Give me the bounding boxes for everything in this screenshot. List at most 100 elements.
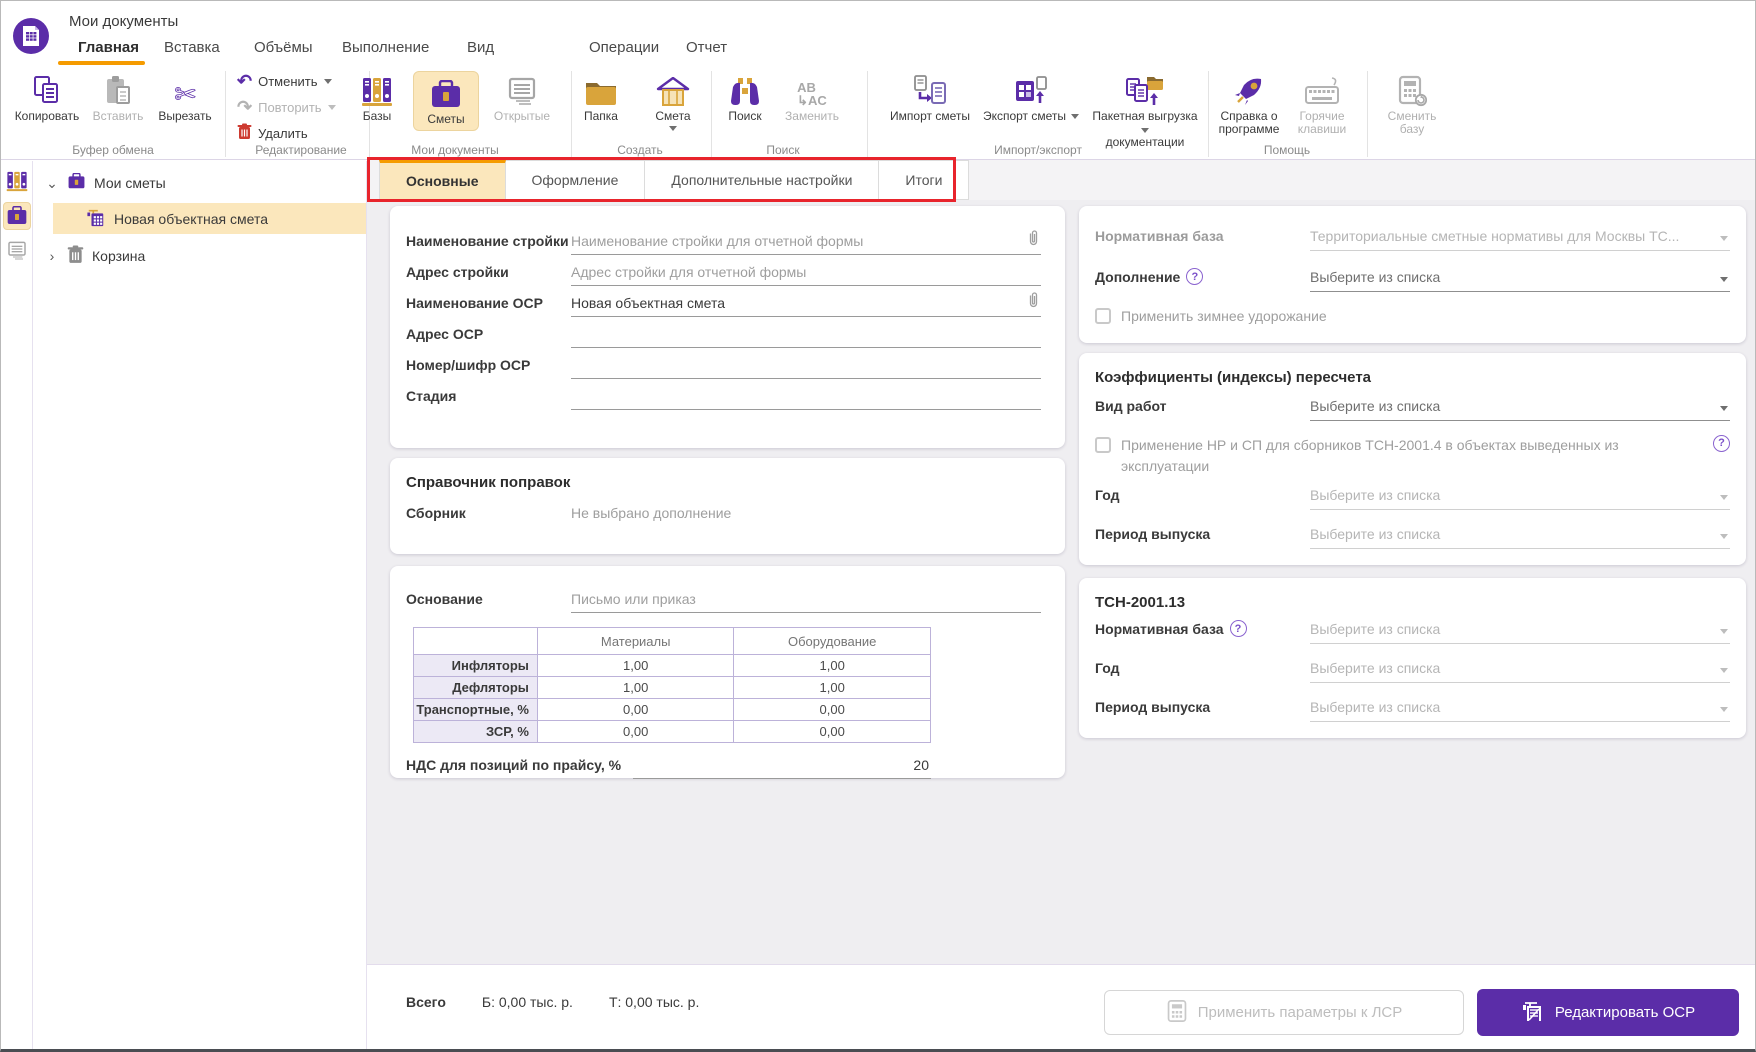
ribbon-tab-home[interactable]: Главная <box>78 39 139 63</box>
cut-button[interactable]: ✄ Вырезать <box>153 71 217 123</box>
paste-button[interactable]: Вставить <box>87 71 149 123</box>
cell[interactable]: 0,00 <box>536 720 735 743</box>
tree-item-trash[interactable]: › Корзина <box>45 245 145 267</box>
tab-totals[interactable]: Итоги <box>879 160 970 200</box>
redo-dropdown-icon[interactable] <box>327 105 336 110</box>
scissors-icon: ✄ <box>174 79 196 109</box>
construction-address-input[interactable] <box>571 262 1041 286</box>
tsn-period-select[interactable]: Выберите из списка <box>1310 697 1730 722</box>
create-estimate-button[interactable]: Смета <box>645 71 701 131</box>
tree-item-my-estimates[interactable]: ⌄ Мои сметы <box>45 172 166 193</box>
export-dropdown-icon[interactable] <box>1071 114 1080 119</box>
winter-checkbox-label: Применить зимнее удорожание <box>1121 308 1327 324</box>
bases-button[interactable]: Базы <box>349 71 405 123</box>
help-icon[interactable]: ? <box>1229 620 1247 637</box>
rail-documents-icon[interactable] <box>3 237 31 265</box>
change-base-button[interactable]: Сменить базу <box>1377 71 1447 136</box>
cell[interactable]: 1,00 <box>536 654 735 677</box>
field-label: Адрес ОСР <box>406 326 484 342</box>
ribbon-tab-report[interactable]: Отчет <box>686 39 727 63</box>
tsn-card: ТСН-2001.13 Нормативная база ? Выберите … <box>1079 578 1746 738</box>
group-clipboard: Копировать Вставить ✄ Вырезать Буфер обм… <box>9 67 217 159</box>
create-estimate-dropdown-icon[interactable] <box>669 126 677 131</box>
chevron-right-icon[interactable]: › <box>45 248 59 264</box>
tree-item-new-object-estimate[interactable]: Новая объектная смета <box>53 203 366 234</box>
estimates-button[interactable]: Сметы <box>413 71 479 131</box>
undo-button[interactable]: ↶ Отменить <box>237 71 336 92</box>
normative-base-select[interactable]: Территориальные сметные нормативы для Мо… <box>1310 226 1730 251</box>
window-title: Мои документы <box>69 13 179 30</box>
paperclip-icon[interactable] <box>1026 230 1041 251</box>
field-label: Стадия <box>406 388 457 404</box>
osr-number-input[interactable] <box>571 355 1041 379</box>
period-select[interactable]: Выберите из списка <box>1310 524 1730 549</box>
paperclip-icon[interactable] <box>1026 292 1041 313</box>
basis-label: Основание <box>406 591 483 607</box>
open-documents-button[interactable]: Открытые <box>487 71 557 123</box>
rail-estimates-icon[interactable] <box>2 202 31 230</box>
tsn-year-select[interactable]: Выберите из списка <box>1310 658 1730 683</box>
cell[interactable]: 1,00 <box>733 676 931 699</box>
ribbon-tab-operations[interactable]: Операции <box>589 39 659 63</box>
construction-name-input[interactable] <box>571 231 1041 255</box>
stage-input[interactable] <box>571 386 1041 410</box>
edit-osr-button[interactable]: Редактировать ОСР <box>1477 989 1739 1036</box>
cell[interactable]: 0,00 <box>733 698 931 721</box>
binoculars-icon <box>729 71 761 107</box>
footer-bar: Всего Б: 0,00 тыс. р. Т: 0,00 тыс. р. Пр… <box>367 964 1755 1049</box>
period-label: Период выпуска <box>1095 526 1211 542</box>
tab-additional-settings[interactable]: Дополнительные настройки <box>645 160 880 200</box>
redo-button[interactable]: ↷ Повторить <box>237 97 336 118</box>
addition-select[interactable]: Выберите из списка <box>1310 267 1730 292</box>
tab-main[interactable]: Основные <box>379 160 506 200</box>
building-crane-icon <box>1521 999 1545 1027</box>
rail-bases-icon[interactable] <box>3 167 31 195</box>
vat-input[interactable] <box>633 755 931 779</box>
copy-button[interactable]: Копировать <box>11 71 83 123</box>
copy-icon <box>32 71 62 107</box>
cell[interactable]: 1,00 <box>733 654 931 677</box>
tab-formatting[interactable]: Оформление <box>505 160 646 200</box>
divider <box>711 71 712 157</box>
year-select[interactable]: Выберите из списка <box>1310 485 1730 510</box>
chevron-down-icon <box>1720 668 1728 673</box>
cell[interactable]: 0,00 <box>733 720 931 743</box>
import-estimate-button[interactable]: Импорт сметы <box>885 71 975 123</box>
basis-input[interactable] <box>571 589 1041 613</box>
field-label: Наименование ОСР <box>406 295 543 311</box>
osr-name-input[interactable] <box>571 293 1041 317</box>
open-windows-icon <box>506 71 538 107</box>
nr-sp-checkbox[interactable] <box>1095 437 1111 453</box>
hotkeys-button[interactable]: Горячие клавиши <box>1289 71 1355 136</box>
totals: Всего Б: 0,00 тыс. р. Т: 0,00 тыс. р. <box>406 994 699 1010</box>
create-folder-button[interactable]: Папка <box>573 71 629 123</box>
batch-dropdown-icon[interactable] <box>1141 128 1149 133</box>
replace-button[interactable]: AB ↳AC Заменить <box>779 71 845 123</box>
about-button[interactable]: Справка о программе <box>1213 71 1285 136</box>
help-icon[interactable]: ? <box>1186 268 1204 285</box>
tsn-base-select[interactable]: Выберите из списка <box>1310 619 1730 644</box>
cell[interactable]: 0,00 <box>536 698 735 721</box>
winter-checkbox[interactable] <box>1095 308 1111 324</box>
normative-base-card: Нормативная база Территориальные сметные… <box>1079 206 1746 343</box>
ribbon-tab-execution[interactable]: Выполнение <box>342 39 429 63</box>
search-button[interactable]: Поиск <box>717 71 773 123</box>
batch-upload-button[interactable]: Пакетная выгрузка документации <box>1087 71 1203 149</box>
osr-address-input[interactable] <box>571 324 1041 348</box>
help-icon[interactable]: ? <box>1713 435 1730 452</box>
ribbon-tab-insert[interactable]: Вставка <box>164 39 220 63</box>
chevron-down-icon[interactable]: ⌄ <box>45 175 59 192</box>
export-estimate-button[interactable]: Экспорт сметы <box>979 71 1083 123</box>
keyboard-icon <box>1304 71 1340 107</box>
ribbon-tab-view[interactable]: Вид <box>467 39 494 63</box>
tsn-period-label: Период выпуска <box>1095 699 1211 715</box>
ribbon-tab-volumes[interactable]: Объёмы <box>254 39 313 63</box>
delete-button[interactable]: Удалить <box>237 123 336 143</box>
total-label: Всего <box>406 994 446 1010</box>
nr-sp-checkbox-label: Применение НР и СП для сборников ТСН-200… <box>1121 437 1619 474</box>
apply-parameters-button[interactable]: Применить параметры к ЛСР <box>1104 990 1464 1035</box>
export-icon <box>1014 71 1048 107</box>
cell[interactable]: 1,00 <box>536 676 735 699</box>
work-type-select[interactable]: Выберите из списка <box>1310 396 1730 421</box>
undo-dropdown-icon[interactable] <box>323 79 332 84</box>
